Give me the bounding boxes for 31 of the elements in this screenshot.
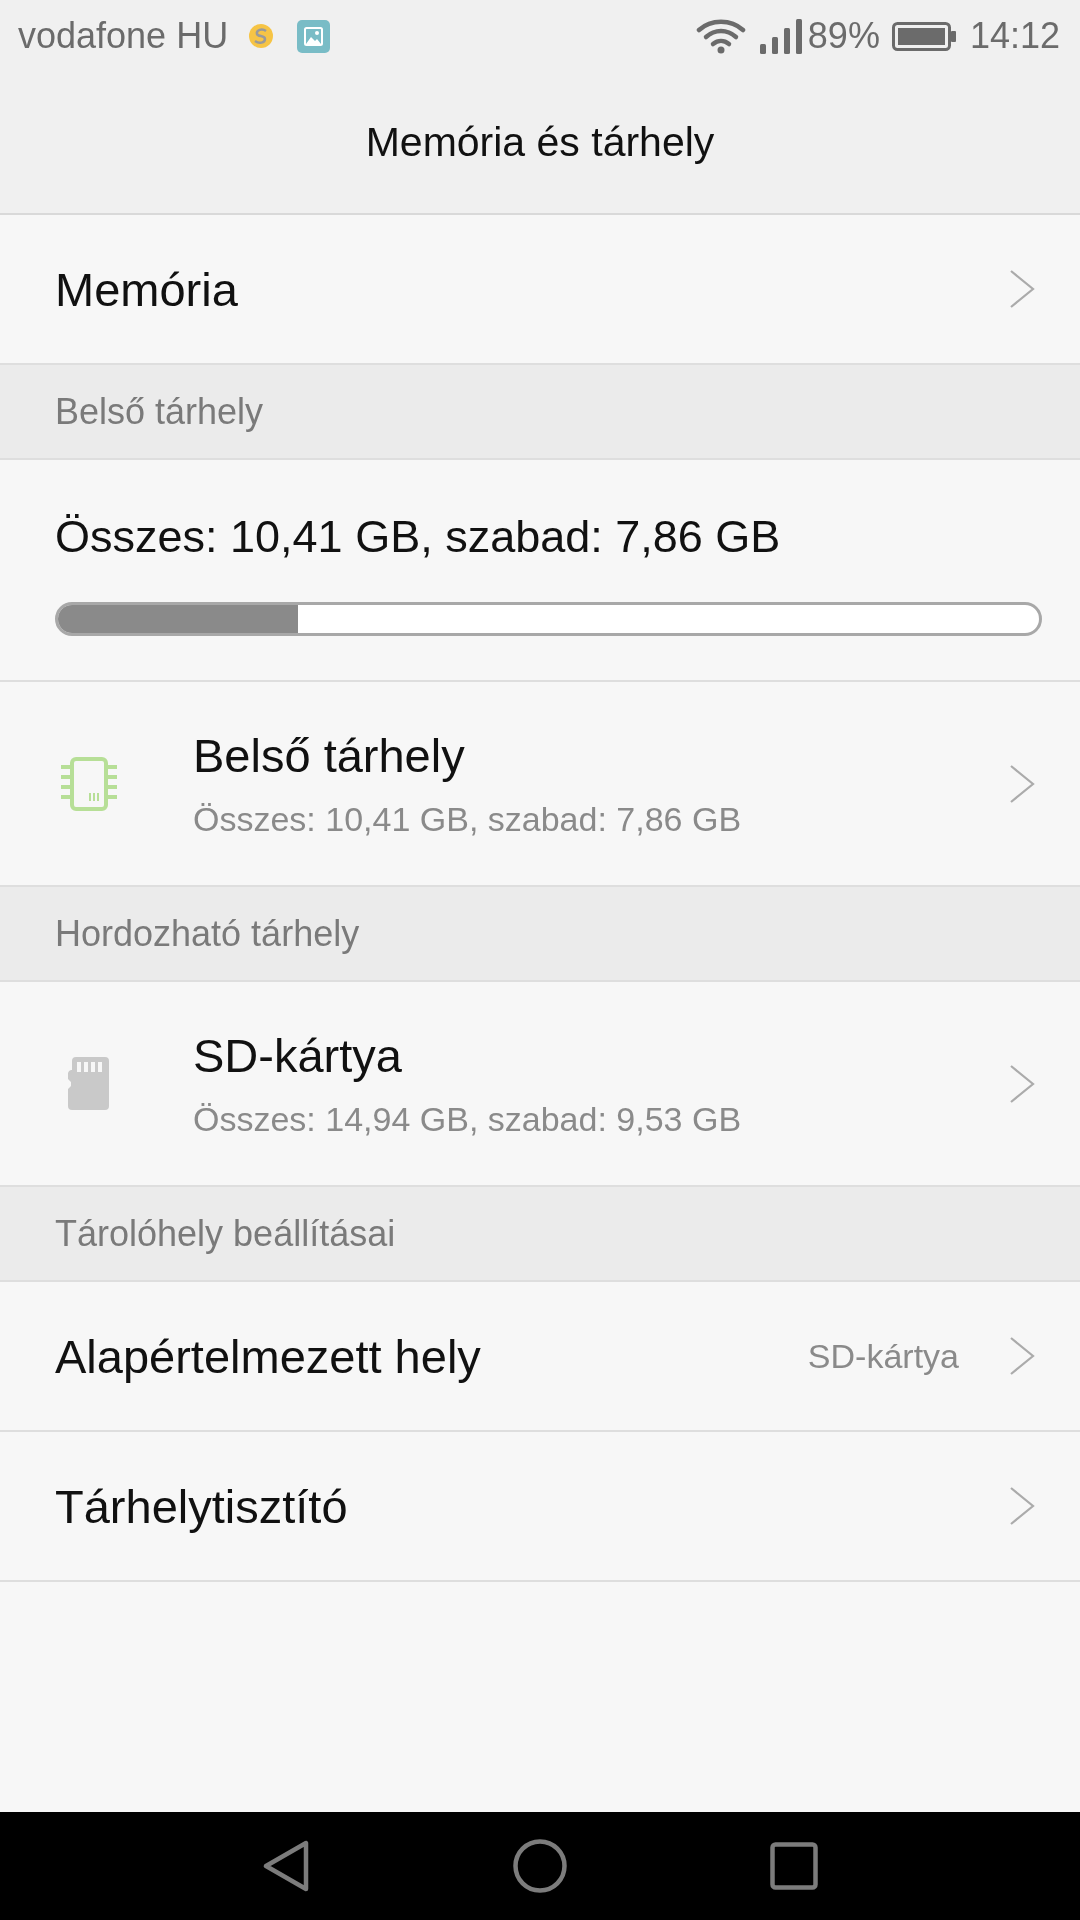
battery-icon [891,21,956,51]
section-header: Tárolóhely beállításai [0,1187,1080,1282]
screen-title: Memória és tárhely [365,119,715,166]
storage-title[interactable]: SD-kártya [193,1027,402,1084]
setting-title[interactable]: Memória [55,261,238,317]
storage-details: Összes: 10,41 GB, szabad: 7,86 GB [193,798,742,840]
wifi-icon [695,18,746,54]
sd-card-icon [68,1057,109,1110]
clock-time: 14:12 [969,14,1060,58]
setting-title[interactable]: Alapértelmezett hely [55,1328,481,1384]
setting-value: SD-kártya [807,1336,959,1376]
setting-title[interactable]: Tárhelytisztító [55,1478,348,1534]
signal-icon [759,18,802,54]
storage-title[interactable]: Belső tárhely [193,727,465,784]
section-header: Belső tárhely [0,365,1080,460]
image-notification-icon [297,19,331,53]
chevron-right-icon [1009,1487,1035,1525]
app-notification-icon [248,23,275,49]
chip-icon [60,756,117,811]
home-icon[interactable] [513,1839,567,1893]
back-icon[interactable] [262,1840,310,1892]
chevron-right-icon [1009,764,1035,803]
storage-details: Összes: 14,94 GB, szabad: 9,53 GB [193,1098,742,1140]
chevron-right-icon [1009,1064,1035,1103]
recent-apps-icon[interactable] [770,1842,818,1890]
chevron-right-icon [1009,1337,1035,1375]
carrier-name: vodafone HU [18,14,229,58]
section-header: Hordozható tárhely [0,887,1080,982]
battery-percentage: 89% [807,14,880,58]
chevron-right-icon [1009,270,1035,308]
storage-summary: Összes: 10,41 GB, szabad: 7,86 GB [55,510,781,564]
